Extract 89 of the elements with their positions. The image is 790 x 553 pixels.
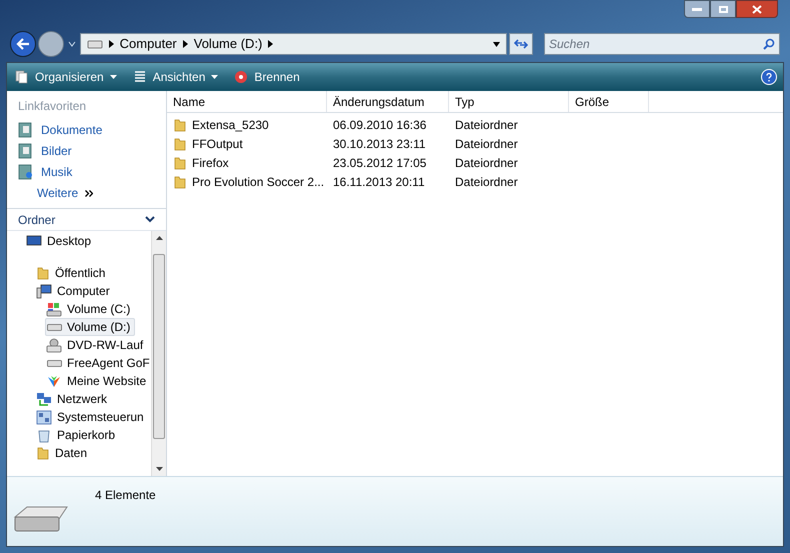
favorite-link[interactable]: Bilder xyxy=(18,142,155,159)
tree-item[interactable]: Desktop xyxy=(25,232,96,250)
folder-icon xyxy=(173,156,187,170)
table-cell-text: Dateiordner xyxy=(455,174,518,190)
breadcrumb[interactable]: Computer xyxy=(120,34,177,54)
monitor-icon xyxy=(26,234,42,248)
windows-drive-icon xyxy=(46,302,62,316)
close-button[interactable] xyxy=(736,0,778,18)
minimize-button[interactable] xyxy=(684,0,710,18)
address-bar[interactable]: Computer Volume (D:) xyxy=(80,33,508,55)
double-chevron-icon xyxy=(85,190,94,196)
toolbar-button[interactable]: Ansichten xyxy=(130,66,220,88)
search-icon xyxy=(763,38,775,50)
folders-header[interactable]: Ordner xyxy=(7,208,166,230)
computer-icon xyxy=(36,284,52,298)
arrow-left-icon xyxy=(16,38,30,50)
folder-icon xyxy=(36,266,50,280)
network-icon xyxy=(36,392,52,406)
chevron-right-icon xyxy=(268,40,274,48)
table-cell-text: 23.05.2012 17:05 xyxy=(333,154,426,172)
table-cell[interactable]: FFOutput xyxy=(192,134,243,152)
table-cell[interactable]: Extensa_5230 xyxy=(192,116,269,134)
column-header[interactable]: Größe xyxy=(569,91,649,112)
list-view-icon xyxy=(132,70,147,84)
table-cell-text: 06.09.2010 16:36 xyxy=(333,116,426,134)
dropdown-icon xyxy=(68,41,76,47)
dropdown-icon xyxy=(211,75,218,79)
tree-item[interactable]: Volume (C:) xyxy=(45,300,136,318)
drive-icon xyxy=(46,360,62,366)
refresh-button[interactable] xyxy=(509,33,533,55)
toolbar-button[interactable]: Organisieren xyxy=(13,66,119,88)
back-button[interactable] xyxy=(10,31,36,57)
disc-drive-icon xyxy=(46,338,62,352)
dropdown-icon xyxy=(493,42,500,46)
tree-item[interactable]: FreeAgent GoF xyxy=(45,354,151,372)
tree-item[interactable]: Volume (D:) xyxy=(45,318,136,336)
chevron-right-icon xyxy=(108,40,114,48)
tree-item[interactable]: Öffentlich xyxy=(35,264,110,282)
recycle-bin-icon xyxy=(36,428,52,442)
dropdown-icon xyxy=(110,75,117,79)
column-header[interactable]: Änderungsdatum xyxy=(327,91,449,112)
butterfly-icon xyxy=(46,374,62,388)
folder-icon xyxy=(173,118,187,132)
refresh-icon xyxy=(514,38,528,50)
column-header[interactable]: Typ xyxy=(449,91,569,112)
folder-icon xyxy=(36,446,50,460)
favorite-link[interactable]: Dokumente xyxy=(18,121,155,138)
tree-item[interactable]: Systemsteuerun xyxy=(35,408,149,426)
tree-item[interactable]: Computer xyxy=(35,282,115,300)
forward-button[interactable] xyxy=(38,31,64,57)
scrollbar[interactable] xyxy=(151,231,166,476)
tree-item[interactable]: Meine Website xyxy=(45,372,151,390)
folder-icon xyxy=(173,174,187,188)
item-count: 4 Elemente xyxy=(95,487,156,504)
more-link[interactable]: Weitere xyxy=(18,184,155,202)
document-icon xyxy=(18,122,34,138)
column-header[interactable]: Name xyxy=(167,91,327,112)
search-field[interactable]: Suchen xyxy=(544,33,780,55)
favorite-link[interactable]: Musik xyxy=(18,163,155,180)
table-cell-text: Dateiordner xyxy=(455,116,518,134)
disc-icon xyxy=(234,70,248,84)
folder-icon xyxy=(173,136,187,150)
pages-icon xyxy=(15,70,29,84)
tree-item[interactable]: Papierkorb xyxy=(35,426,120,444)
tree-item[interactable]: Netzwerk xyxy=(35,390,112,408)
tree-item[interactable]: DVD-RW-Lauf xyxy=(45,336,148,354)
section-title: Linkfavoriten xyxy=(18,98,88,115)
chevron-down-icon xyxy=(145,216,155,223)
table-cell-text: 30.10.2013 23:11 xyxy=(333,136,426,152)
scroll-up-icon[interactable] xyxy=(156,236,162,240)
close-icon xyxy=(752,4,762,14)
control-panel-icon xyxy=(36,410,52,424)
table-cell[interactable]: Pro Evolution Soccer 2... xyxy=(192,172,324,190)
maximize-button[interactable] xyxy=(710,0,736,18)
scroll-down-icon[interactable] xyxy=(156,467,162,471)
table-cell[interactable]: Firefox xyxy=(192,154,229,172)
drive-icon xyxy=(86,39,103,49)
drive-icon xyxy=(46,324,62,330)
breadcrumb[interactable]: Volume (D:) xyxy=(194,34,262,54)
tree-item[interactable]: Daten xyxy=(35,444,92,462)
help-button[interactable] xyxy=(761,69,777,85)
help-icon xyxy=(766,72,772,82)
table-cell-text: Dateiordner xyxy=(455,136,518,152)
music-icon xyxy=(18,164,34,180)
picture-icon xyxy=(18,142,34,158)
toolbar-button[interactable]: Brennen xyxy=(232,66,302,88)
table-cell-text: Dateiordner xyxy=(455,154,518,172)
table-cell-text: 16.11.2013 20:11 xyxy=(333,174,425,190)
chevron-right-icon xyxy=(182,40,188,48)
